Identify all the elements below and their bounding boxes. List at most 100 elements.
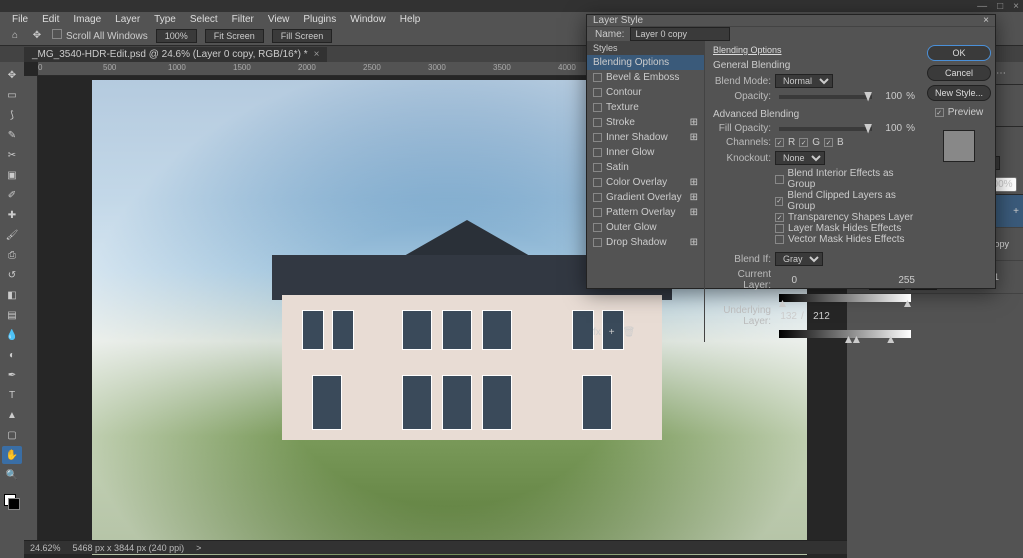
effect-item[interactable]: Satin <box>587 160 704 175</box>
effect-item[interactable]: Blending Options <box>587 55 704 70</box>
effect-checkbox[interactable] <box>593 118 602 127</box>
more-icon[interactable]: ⋯ <box>994 66 1008 80</box>
history-brush-tool[interactable]: ↺ <box>2 266 22 284</box>
shape-tool[interactable]: ▢ <box>2 426 22 444</box>
effect-item[interactable]: Contour <box>587 85 704 100</box>
option-checkbox[interactable] <box>775 175 784 184</box>
option-checkbox[interactable] <box>775 235 784 244</box>
effect-checkbox[interactable] <box>593 178 602 187</box>
add-instance-icon[interactable]: ⊞ <box>690 117 698 128</box>
this-layer-gradient[interactable] <box>779 294 911 302</box>
blur-tool[interactable]: 💧 <box>2 326 22 344</box>
fill-screen-button[interactable]: Fill Screen <box>272 29 333 43</box>
menu-edit[interactable]: Edit <box>36 13 65 26</box>
menu-select[interactable]: Select <box>184 13 224 26</box>
menu-layer[interactable]: Layer <box>109 13 146 26</box>
effect-checkbox[interactable] <box>593 103 602 112</box>
eyedropper-tool[interactable]: ✐ <box>2 186 22 204</box>
menu-view[interactable]: View <box>262 13 296 26</box>
add-instance-icon[interactable]: ⊞ <box>690 177 698 188</box>
preview-checkbox[interactable] <box>935 108 944 117</box>
blendif-select[interactable]: Gray <box>775 252 823 266</box>
type-tool[interactable]: T <box>2 386 22 404</box>
close-tab-icon[interactable]: × <box>314 49 320 60</box>
effect-item[interactable]: Outer Glow <box>587 220 704 235</box>
knockout-select[interactable]: None <box>775 151 825 165</box>
dialog-titlebar[interactable]: Layer Style × <box>587 15 995 27</box>
home-icon[interactable]: ⌂ <box>8 29 22 43</box>
effect-item[interactable]: Texture <box>587 100 704 115</box>
option-checkbox[interactable] <box>775 197 783 206</box>
channel-b-checkbox[interactable] <box>824 138 833 147</box>
close-button[interactable]: × <box>1013 1 1019 12</box>
fit-screen-button[interactable]: Fit Screen <box>205 29 264 43</box>
cancel-button[interactable]: Cancel <box>927 65 991 81</box>
add-effect-icon[interactable]: + <box>609 327 615 338</box>
delete-effect-icon[interactable]: 🗑 <box>623 327 636 338</box>
blend-mode-select[interactable]: Normal <box>775 74 833 88</box>
zoom-level[interactable]: 24.62% <box>30 543 61 553</box>
effect-checkbox[interactable] <box>593 193 602 202</box>
zoom-100-button[interactable]: 100% <box>156 29 197 43</box>
opacity-slider[interactable] <box>779 95 872 99</box>
minimize-button[interactable]: — <box>977 1 987 12</box>
path-select-tool[interactable]: ▲ <box>2 406 22 424</box>
menu-filter[interactable]: Filter <box>226 13 260 26</box>
healing-tool[interactable]: ✚ <box>2 206 22 224</box>
effect-item[interactable]: Gradient Overlay⊞ <box>587 190 704 205</box>
eraser-tool[interactable]: ◧ <box>2 286 22 304</box>
menu-help[interactable]: Help <box>394 13 427 26</box>
effect-item[interactable]: Color Overlay⊞ <box>587 175 704 190</box>
add-style-icon[interactable]: + <box>1013 206 1019 217</box>
quick-select-tool[interactable]: ✎ <box>2 126 22 144</box>
blend-option[interactable]: Blend Clipped Layers as Group <box>713 190 915 212</box>
crop-tool[interactable]: ✂ <box>2 146 22 164</box>
brush-tool[interactable]: 🖌 <box>2 226 22 244</box>
fx-icon[interactable]: fx <box>593 327 601 338</box>
effect-checkbox[interactable] <box>593 73 602 82</box>
effect-checkbox[interactable] <box>593 208 602 217</box>
add-instance-icon[interactable]: ⊞ <box>690 207 698 218</box>
fill-value[interactable]: 100 <box>880 123 902 134</box>
add-instance-icon[interactable]: ⊞ <box>690 132 698 143</box>
opacity-value[interactable]: 100 <box>880 91 902 102</box>
effect-checkbox[interactable] <box>593 238 602 247</box>
add-instance-icon[interactable]: ⊞ <box>690 192 698 203</box>
dodge-tool[interactable]: ◐ <box>2 346 22 364</box>
effect-item[interactable]: Inner Glow <box>587 145 704 160</box>
channel-r-checkbox[interactable] <box>775 138 784 147</box>
menu-file[interactable]: File <box>6 13 34 26</box>
tool-preset-icon[interactable]: ✥ <box>30 29 44 43</box>
document-tab[interactable]: _MG_3540-HDR-Edit.psd @ 24.6% (Layer 0 c… <box>24 47 327 62</box>
effect-checkbox[interactable] <box>593 88 602 97</box>
effect-item[interactable]: Stroke⊞ <box>587 115 704 130</box>
new-style-button[interactable]: New Style... <box>927 85 991 101</box>
blend-option[interactable]: Layer Mask Hides Effects <box>713 223 915 234</box>
menu-plugins[interactable]: Plugins <box>297 13 342 26</box>
effect-checkbox[interactable] <box>593 163 602 172</box>
stamp-tool[interactable]: ⎙ <box>2 246 22 264</box>
channel-g-checkbox[interactable] <box>799 138 808 147</box>
gradient-tool[interactable]: ▤ <box>2 306 22 324</box>
pen-tool[interactable]: ✒ <box>2 366 22 384</box>
ok-button[interactable]: OK <box>927 45 991 61</box>
frame-tool[interactable]: ▣ <box>2 166 22 184</box>
marquee-tool[interactable]: ▭ <box>2 86 22 104</box>
maximize-button[interactable]: □ <box>997 1 1003 12</box>
zoom-tool[interactable]: 🔍 <box>2 466 22 484</box>
option-checkbox[interactable] <box>775 224 784 233</box>
scroll-all-checkbox[interactable]: Scroll All Windows <box>52 29 148 42</box>
blend-option[interactable]: Transparency Shapes Layer <box>713 212 915 223</box>
menu-type[interactable]: Type <box>148 13 182 26</box>
status-arrow-icon[interactable]: > <box>196 543 201 553</box>
move-tool[interactable]: ✥ <box>2 66 22 84</box>
menu-image[interactable]: Image <box>67 13 107 26</box>
effect-checkbox[interactable] <box>593 148 602 157</box>
blend-option[interactable]: Vector Mask Hides Effects <box>713 234 915 245</box>
menu-window[interactable]: Window <box>344 13 392 26</box>
effect-checkbox[interactable] <box>593 133 602 142</box>
layer-name-input[interactable] <box>630 27 730 41</box>
color-swatches[interactable] <box>4 494 20 510</box>
blend-option[interactable]: Blend Interior Effects as Group <box>713 168 915 190</box>
effect-item[interactable]: Inner Shadow⊞ <box>587 130 704 145</box>
